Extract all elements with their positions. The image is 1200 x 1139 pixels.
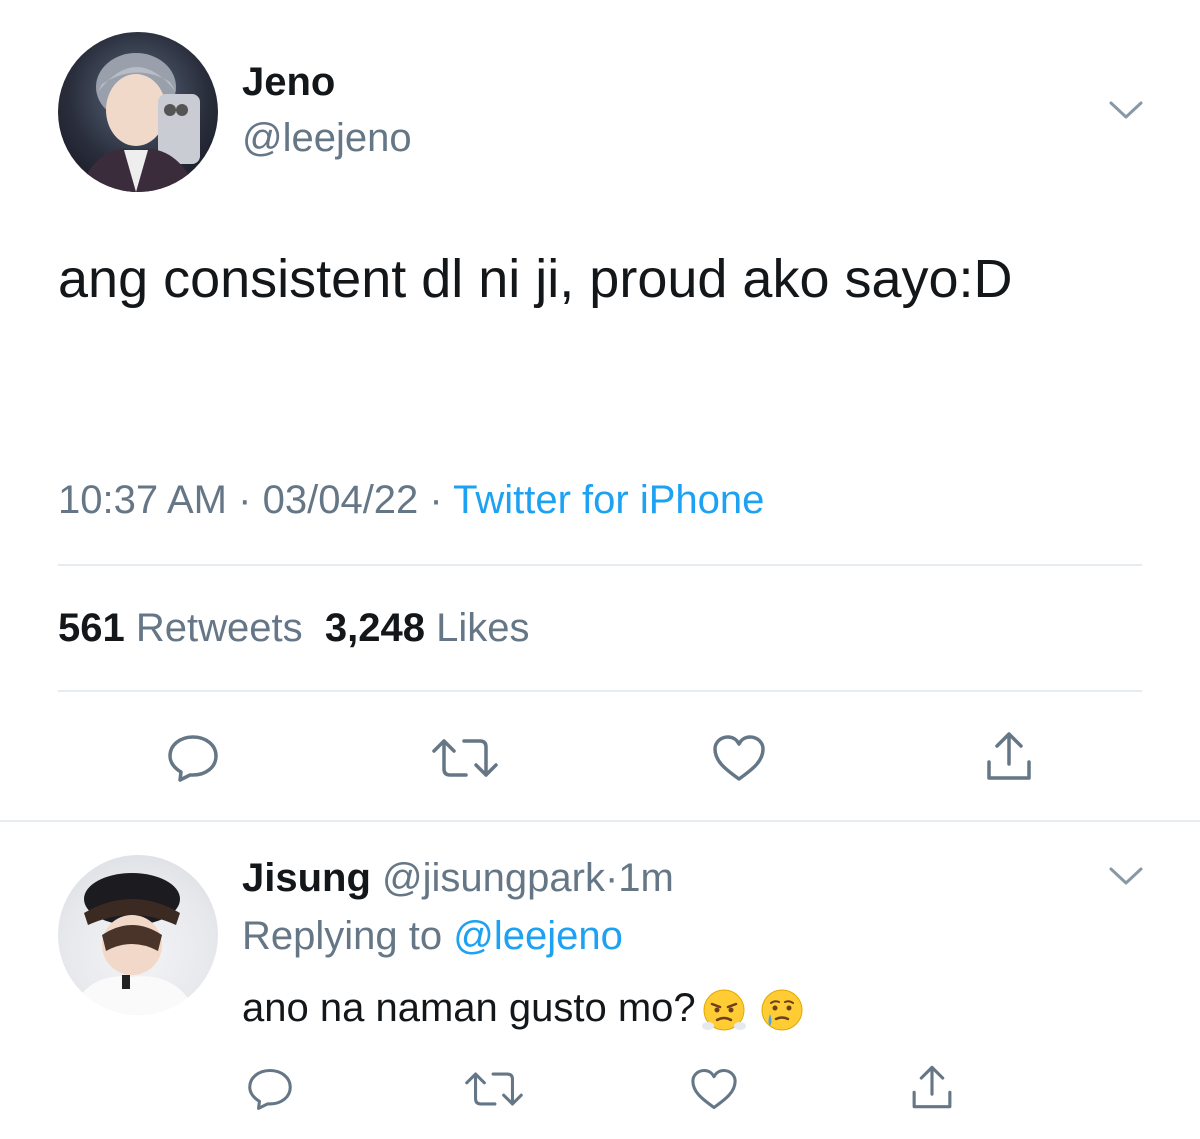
author-name[interactable]: Jeno	[242, 60, 335, 105]
chevron-down-icon[interactable]	[1108, 866, 1144, 886]
tweet-date: 03/04/22	[262, 478, 419, 522]
retweet-button[interactable]	[428, 730, 502, 786]
share-icon	[987, 732, 1031, 780]
holding-back-tears-emoji-icon	[761, 989, 803, 1031]
avatar-photo	[68, 873, 198, 1015]
avatar-photo	[78, 53, 200, 192]
retweets-stat[interactable]: 561 Retweets	[58, 606, 303, 650]
divider	[58, 564, 1142, 566]
reply-author-name[interactable]: Jisung	[242, 856, 371, 900]
reply-header: Jisung @jisungpark·1m	[242, 856, 674, 901]
meta-separator: ·	[238, 478, 252, 522]
likes-count: 3,248	[324, 606, 425, 650]
heart-icon	[713, 735, 765, 781]
meta-separator: ·	[429, 478, 443, 522]
author-handle[interactable]: @leejeno	[242, 116, 412, 161]
share-icon	[912, 1065, 952, 1109]
reply-share-button[interactable]	[902, 1060, 962, 1114]
retweet-icon	[465, 1072, 523, 1106]
share-button[interactable]	[976, 726, 1042, 786]
reply-icon	[168, 735, 218, 782]
reply-reply-button[interactable]	[240, 1064, 300, 1114]
replying-to-handle[interactable]: @leejeno	[453, 914, 623, 958]
reply-time: 1m	[618, 856, 674, 900]
angry-steam-emoji-icon	[701, 989, 746, 1031]
tweet-time: 10:37 AM	[58, 478, 228, 522]
reply-avatar[interactable]	[58, 855, 218, 1015]
tweet-text: ang consistent dl ni ji, proud ako sayo:…	[58, 249, 1013, 309]
likes-label: Likes	[436, 606, 530, 650]
tweet-source-link[interactable]: Twitter for iPhone	[453, 478, 764, 522]
avatar[interactable]	[58, 32, 218, 192]
reply-like-button[interactable]	[684, 1064, 744, 1114]
like-button[interactable]	[706, 730, 772, 786]
divider	[58, 690, 1142, 692]
reply-text: ano na naman gusto mo?	[242, 986, 696, 1030]
retweet-icon	[432, 739, 498, 777]
likes-stat[interactable]: 3,248 Likes	[325, 606, 530, 650]
reply-text-line: ano na naman gusto mo?	[242, 986, 806, 1034]
retweets-count: 561	[58, 606, 125, 650]
divider	[0, 820, 1200, 822]
replying-to-label: Replying to	[242, 914, 443, 958]
retweets-label: Retweets	[135, 606, 303, 650]
tweet-meta: 10:37 AM · 03/04/22 · Twitter for iPhone	[58, 478, 764, 523]
reply-button[interactable]	[160, 730, 226, 786]
tweet-stats: 561 Retweets 3,248 Likes	[58, 606, 529, 651]
reply-separator: ·	[604, 856, 619, 900]
reply-retweet-button[interactable]	[462, 1064, 526, 1114]
chevron-down-icon[interactable]	[1108, 100, 1144, 120]
replying-to-line: Replying to @leejeno	[242, 914, 623, 959]
reply-icon	[248, 1068, 292, 1110]
heart-icon	[691, 1068, 737, 1110]
reply-author-handle[interactable]: @jisungpark	[382, 856, 605, 900]
